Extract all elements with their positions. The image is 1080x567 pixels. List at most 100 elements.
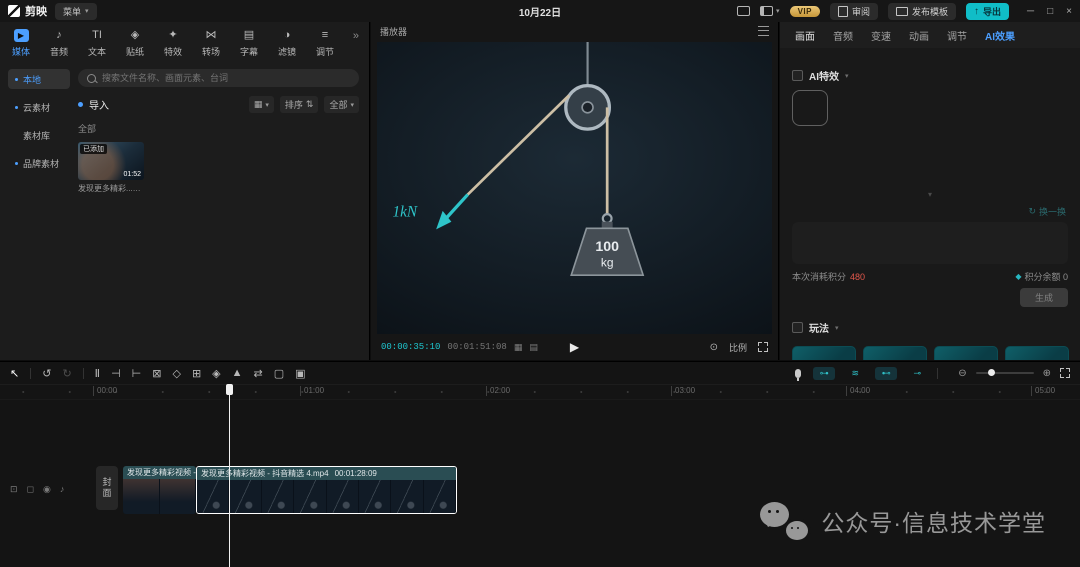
tab-adjust[interactable]: ≡ 调节	[306, 24, 344, 62]
quality-grid-icon[interactable]: ▦	[514, 342, 523, 353]
audio-icon: ♪	[56, 29, 62, 41]
delete-left-button[interactable]: ⊣	[111, 367, 121, 380]
track-toggle-height[interactable]: ⊸	[906, 367, 928, 380]
redo-button[interactable]: ↻	[62, 367, 71, 380]
tab-speed[interactable]: 变速	[862, 28, 900, 43]
menu-label: 菜单	[63, 6, 82, 17]
timeline-tracks: ⊡ ◻ ◉ ♪ 封面 发现更多精彩视频 - 抖 发现更多精彩视频 - 抖音精选 …	[0, 400, 1080, 567]
effect-template-chip[interactable]	[934, 346, 998, 360]
tab-text[interactable]: TI 文本	[78, 24, 116, 62]
tab-effects[interactable]: ✦ 特效	[154, 24, 192, 62]
timeline-clip-2-selected[interactable]: 发现更多精彩视频 - 抖音精选 4.mp4 00:01:28:09	[196, 466, 457, 514]
tab-ai-effects[interactable]: AI效果	[976, 28, 1024, 43]
tab-captions[interactable]: ▤ 字幕	[230, 24, 268, 62]
search-input[interactable]	[78, 69, 359, 87]
display-icon[interactable]	[737, 6, 751, 16]
chevron-down-icon: ▾	[350, 101, 354, 109]
sidebar-item-cloud[interactable]: 云素材	[8, 97, 70, 117]
delete-button[interactable]: ⊠	[152, 367, 161, 380]
player-menu-icon[interactable]	[758, 26, 769, 36]
clip2-title: 发现更多精彩视频 - 抖音精选 4.mp4	[201, 469, 329, 478]
refresh-icon: ↻	[1028, 206, 1036, 216]
sidebar-item-library[interactable]: 素材库	[8, 125, 70, 145]
play-section-checkbox[interactable]	[792, 322, 803, 333]
split-button[interactable]: Ⅱ	[95, 367, 100, 380]
media-clip-card[interactable]: 已添加 01:52 发现更多精彩..._4.mp4	[78, 142, 144, 194]
ratio-button[interactable]: 比例	[729, 341, 747, 354]
import-button[interactable]: 导入	[89, 97, 109, 112]
matting-button[interactable]: ▣	[295, 367, 305, 380]
refresh-suggestions-button[interactable]: ↻ 换一换	[1028, 205, 1066, 218]
zoom-out-button[interactable]: ⊖	[958, 368, 966, 379]
layout-switch-button[interactable]: ▾	[760, 6, 780, 16]
close-button[interactable]: ×	[1066, 6, 1072, 17]
zoom-slider-knob[interactable]	[987, 369, 995, 376]
track-toggle-linkage[interactable]: ≋	[844, 367, 866, 380]
prompt-input-area[interactable]	[792, 222, 1068, 264]
mute-icon[interactable]: ♪	[60, 484, 65, 495]
track-toggle-preview[interactable]: ⊷	[875, 366, 898, 380]
filter-icon: ◑	[283, 29, 291, 41]
view-toggle-button[interactable]: ▦ ▾	[248, 96, 274, 113]
timeline-clip-1[interactable]: 发现更多精彩视频 - 抖	[123, 466, 196, 514]
track-toggle-magnet[interactable]: ⊶	[813, 366, 836, 380]
sidebar-item-brand[interactable]: 品牌素材	[8, 153, 70, 173]
select-tool-button[interactable]: ↖	[10, 367, 19, 380]
tab-audio[interactable]: ♪ 音频	[40, 24, 78, 62]
zoom-in-button[interactable]: ⊕	[1043, 368, 1051, 379]
copy-button[interactable]: ⊞	[192, 367, 201, 380]
fullscreen-button[interactable]	[758, 342, 768, 352]
tab-sticker[interactable]: ◈ 贴纸	[116, 24, 154, 62]
playhead[interactable]	[226, 384, 233, 567]
review-button[interactable]: 审阅	[829, 2, 878, 20]
publish-template-button[interactable]: 发布模板	[887, 2, 956, 20]
zoom-slider[interactable]	[975, 369, 1034, 376]
keyframe-button[interactable]: ◈	[212, 367, 220, 380]
ai-effects-checkbox[interactable]	[792, 70, 803, 81]
more-tabs-button[interactable]: »	[353, 24, 367, 42]
flip-button[interactable]: ⇄	[254, 367, 263, 380]
generate-button[interactable]: 生成	[1019, 288, 1068, 307]
tab-audio-settings[interactable]: 音频	[824, 28, 862, 43]
export-button[interactable]: ↑ 导出	[966, 2, 1010, 20]
effect-template-chip[interactable]	[1005, 346, 1069, 360]
tab-media[interactable]: ▶ 媒体	[2, 24, 40, 62]
tab-transition[interactable]: ⋈ 转场	[192, 24, 230, 62]
delete-right-button[interactable]: ⊢	[132, 367, 142, 380]
quality-list-icon[interactable]: ▤	[529, 342, 538, 353]
dot-indicator	[15, 134, 18, 137]
crop-button[interactable]: ▢	[274, 367, 284, 380]
filter-all-button[interactable]: 全部 ▾	[324, 96, 359, 113]
lock-icon[interactable]: ◻	[27, 484, 34, 495]
sort-button[interactable]: 排序 ⇅	[279, 96, 319, 113]
mask-button[interactable]: ◇	[172, 367, 180, 380]
effect-template-chip[interactable]	[792, 346, 856, 360]
eye-icon[interactable]: ◉	[43, 484, 51, 495]
minimize-button[interactable]: ─	[1027, 6, 1034, 17]
mirror-button[interactable]: ▲	[232, 367, 243, 379]
maximize-button[interactable]: □	[1047, 6, 1053, 17]
snapshot-button[interactable]: ⊙	[710, 342, 718, 353]
playhead-handle[interactable]	[226, 384, 233, 395]
menu-button[interactable]: 菜单 ▾	[55, 2, 97, 20]
chevron-down-icon: ▾	[265, 101, 269, 109]
chevron-icon[interactable]: ▾	[845, 72, 849, 80]
filmstrip-frame	[326, 480, 359, 513]
record-mic-button[interactable]	[795, 368, 802, 381]
fit-timeline-button[interactable]	[1060, 368, 1070, 378]
tab-animation[interactable]: 动画	[900, 28, 938, 43]
vip-badge[interactable]: VIP	[789, 5, 820, 17]
filmstrip-frame	[294, 480, 327, 513]
cover-button[interactable]: 封面	[96, 466, 118, 510]
effect-template-chip[interactable]	[863, 346, 927, 360]
chevron-icon[interactable]: ▾	[835, 324, 839, 332]
undo-button[interactable]: ↺	[42, 367, 51, 380]
main-track-icon[interactable]: ⊡	[10, 484, 18, 495]
effect-template-placeholder[interactable]	[792, 90, 828, 126]
tab-adjust-settings[interactable]: 调节	[938, 28, 976, 43]
tab-picture[interactable]: 画面	[786, 28, 824, 43]
sidebar-item-local[interactable]: 本地	[8, 69, 70, 89]
play-button[interactable]: ▶	[570, 340, 579, 354]
timeline-ruler[interactable]: 00:00 01:00 02:00 03:00 04:00 05:00	[0, 384, 1080, 400]
tab-filters[interactable]: ◑ 滤镜	[268, 24, 306, 62]
